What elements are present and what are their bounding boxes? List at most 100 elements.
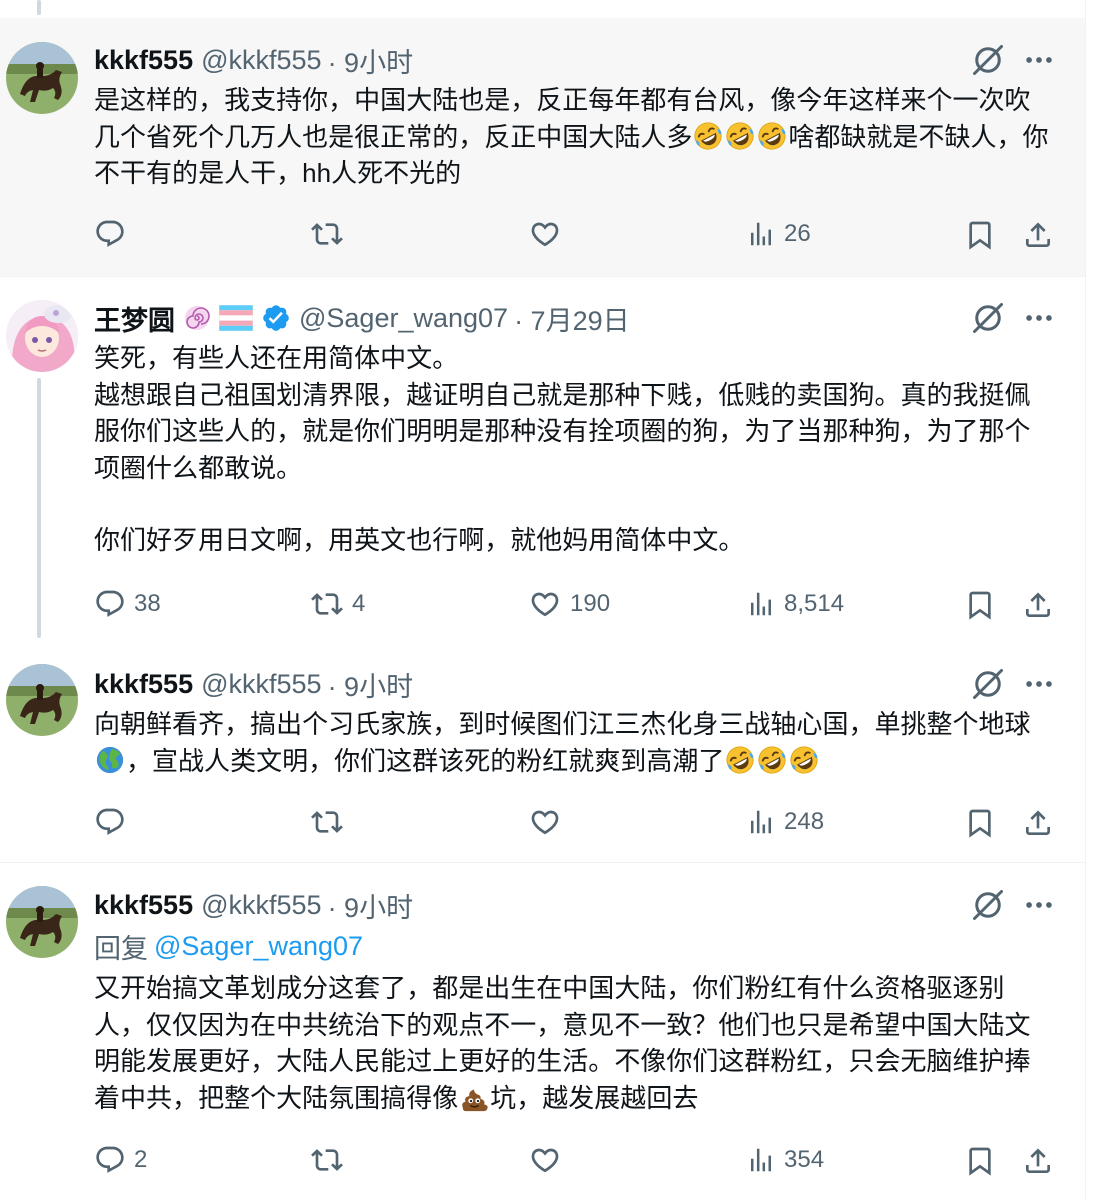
like-button[interactable] — [528, 218, 570, 250]
share-icon — [1022, 1144, 1054, 1178]
rofl-emoji-icon — [725, 121, 755, 151]
views-button[interactable]: 26 — [746, 218, 811, 250]
repost-button[interactable]: 4 — [310, 588, 365, 620]
bookmark-button[interactable] — [964, 806, 996, 840]
avatar-image — [6, 664, 78, 736]
tweet-paragraph: 向朝鲜看齐，搞出个习氏家族，到时候图们江三杰化身三战轴心国，单挑整个地球，宣战人… — [94, 709, 1031, 776]
bookmark-button[interactable] — [964, 1144, 996, 1178]
grok-icon[interactable] — [970, 42, 1006, 78]
column-border — [1085, 0, 1086, 1200]
reply-icon — [94, 218, 126, 250]
more-icon[interactable] — [1022, 666, 1056, 702]
thread-line — [37, 378, 41, 638]
author-name[interactable]: kkkf555 — [94, 890, 193, 921]
more-icon[interactable] — [1022, 887, 1056, 923]
bookmark-icon — [964, 588, 996, 622]
reply-icon — [94, 806, 126, 838]
globe-emoji-icon — [95, 745, 125, 775]
grok-icon[interactable] — [970, 887, 1006, 923]
author-handle[interactable]: @kkkf555 — [201, 669, 321, 700]
like-count: 190 — [570, 590, 611, 617]
views-button[interactable]: 8,514 — [746, 588, 844, 620]
bookmark-button[interactable] — [964, 218, 996, 252]
author-handle[interactable]: @Sager_wang07 — [299, 303, 508, 334]
like-button[interactable] — [528, 1144, 570, 1176]
reply-prefix: 回复 — [94, 933, 148, 964]
reply-button[interactable] — [94, 218, 134, 250]
views-icon — [746, 218, 776, 250]
reply-icon — [94, 588, 126, 620]
divider — [0, 862, 1085, 863]
timestamp[interactable]: · 9小时 — [328, 886, 414, 925]
share-icon — [1022, 588, 1054, 622]
author-handle[interactable]: @kkkf555 — [201, 890, 321, 921]
avatar[interactable] — [6, 664, 78, 736]
views-count: 26 — [784, 220, 811, 247]
verified-badge-icon[interactable] — [261, 303, 291, 333]
avatar[interactable] — [6, 886, 78, 958]
like-icon — [528, 218, 562, 250]
repost-icon — [310, 218, 344, 250]
repost-button[interactable] — [310, 806, 352, 838]
views-button[interactable]: 354 — [746, 1144, 824, 1176]
tweet-paragraph: 越想跟自己祖国划清界限，越证明自己就是那种下贱，低贱的卖国狗。真的我挺佩服你们这… — [94, 379, 1031, 483]
avatar[interactable] — [6, 42, 78, 114]
rofl-emoji-icon — [789, 745, 819, 775]
grok-icon[interactable] — [970, 666, 1006, 702]
author-name[interactable]: 王梦圆 — [94, 299, 175, 338]
share-button[interactable] — [1022, 1144, 1054, 1178]
avatar-image — [6, 300, 78, 372]
avatar-image — [6, 886, 78, 958]
reply-count: 38 — [134, 590, 161, 617]
timestamp[interactable]: · 9小时 — [328, 665, 414, 704]
tweet-paragraph: 笑死，有些人还在用简体中文。 — [94, 343, 459, 373]
reply-button[interactable] — [94, 806, 134, 838]
spiral-emoji-icon — [183, 304, 211, 332]
avatar[interactable] — [6, 300, 78, 372]
grok-icon[interactable] — [970, 300, 1006, 336]
tweet-paragraph: 又开始搞文革划成分这套了，都是出生在中国大陆，你们粉红有什么资格驱逐别人，仅仅因… — [94, 973, 1031, 1113]
tweet-header: kkkf555 @kkkf555 · 9小时 — [94, 887, 413, 923]
share-button[interactable] — [1022, 806, 1054, 840]
views-icon — [746, 588, 776, 620]
author-name[interactable]: kkkf555 — [94, 45, 193, 76]
share-button[interactable] — [1022, 218, 1054, 252]
more-icon[interactable] — [1022, 42, 1056, 78]
author-name[interactable]: kkkf555 — [94, 669, 193, 700]
reply-button[interactable]: 38 — [94, 588, 161, 620]
reply-mention-link[interactable]: @Sager_wang07 — [154, 931, 363, 962]
more-icon[interactable] — [1022, 300, 1056, 336]
divider — [0, 276, 1085, 277]
repost-button[interactable] — [310, 1144, 352, 1176]
timestamp[interactable]: · 9小时 — [328, 41, 414, 80]
like-icon — [528, 588, 562, 620]
like-icon — [528, 1144, 562, 1176]
rofl-emoji-icon — [757, 745, 787, 775]
bookmark-icon — [964, 218, 996, 252]
repost-count: 4 — [352, 590, 366, 617]
rofl-emoji-icon — [757, 121, 787, 151]
bookmark-icon — [964, 1144, 996, 1178]
thread-line — [37, 0, 41, 15]
like-icon — [528, 806, 562, 838]
share-icon — [1022, 806, 1054, 840]
share-button[interactable] — [1022, 588, 1054, 622]
like-button[interactable]: 190 — [528, 588, 610, 620]
repost-button[interactable] — [310, 218, 352, 250]
rofl-emoji-icon — [693, 121, 723, 151]
author-handle[interactable]: @kkkf555 — [201, 45, 321, 76]
views-count: 8,514 — [784, 590, 845, 617]
views-button[interactable]: 248 — [746, 806, 824, 838]
repost-icon — [310, 1144, 344, 1176]
reply-icon — [94, 1144, 126, 1176]
tweet-text: 又开始搞文革划成分这套了，都是出生在中国大陆，你们粉红有什么资格驱逐别人，仅仅因… — [94, 970, 1054, 1116]
tweet-text: 笑死，有些人还在用简体中文。 越想跟自己祖国划清界限，越证明自己就是那种下贱，低… — [94, 340, 1054, 559]
reply-button[interactable]: 2 — [94, 1144, 147, 1176]
bookmark-button[interactable] — [964, 588, 996, 622]
transgender-flag-icon — [219, 305, 253, 331]
timestamp[interactable]: · 7月29日 — [514, 299, 630, 338]
repost-icon — [310, 588, 344, 620]
tweet-paragraph: 是这样的，我支持你，中国大陆也是，反正每年都有台风，像今年这样来个一次吹几个省死… — [94, 85, 1049, 188]
like-button[interactable] — [528, 806, 570, 838]
